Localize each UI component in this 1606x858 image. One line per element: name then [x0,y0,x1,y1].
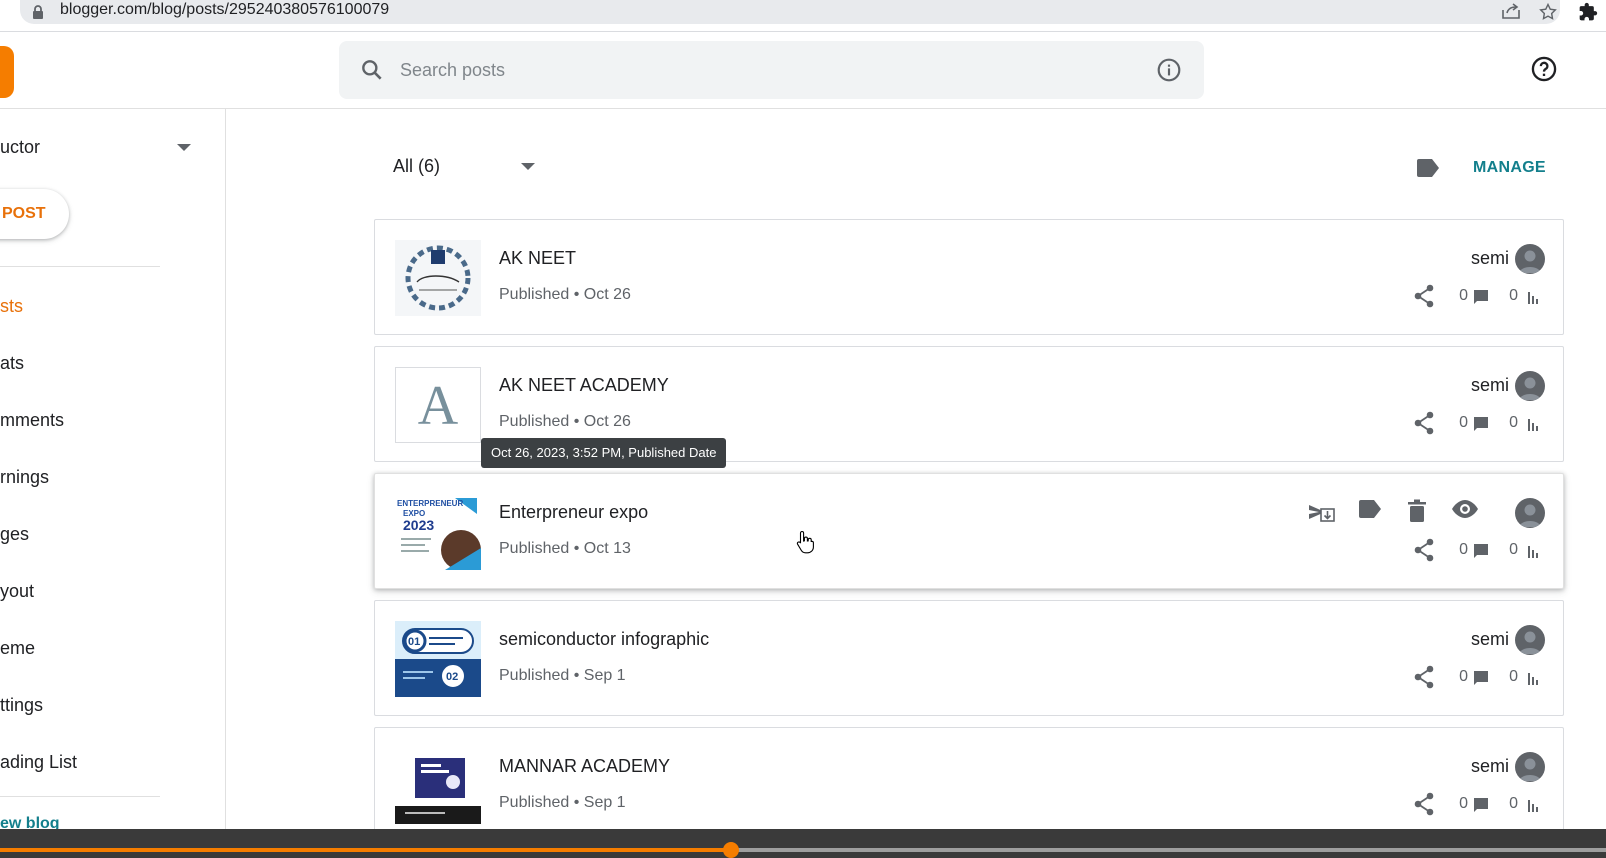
sidebar-item-stats[interactable]: ats [0,353,24,374]
new-post-label[interactable]: POST [2,205,46,223]
post-filter-dropdown[interactable]: All (6) [393,156,440,177]
eye-icon[interactable] [1451,499,1479,519]
post-row[interactable]: AK NEET Published • Oct 26 semi 0 0 [374,219,1564,335]
comment-count: 0 [1459,287,1468,304]
post-thumbnail: ENTERPRENEUR EXPO 2023 [395,494,481,570]
post-title[interactable]: Enterpreneur expo [499,502,648,523]
sidebar-divider [0,796,160,797]
sidebar-divider [0,266,160,267]
post-title[interactable]: AK NEET ACADEMY [499,375,669,396]
share-icon[interactable] [1413,411,1435,435]
post-author: semi [1470,756,1509,776]
avatar [1515,625,1545,655]
thumbnail-text: 02 [446,671,458,683]
avatar [1515,371,1545,401]
video-controls-bar [0,829,1606,858]
post-title[interactable]: semiconductor infographic [499,629,709,650]
post-row[interactable]: ENTERPRENEUR EXPO 2023 Enterpreneur expo… [374,473,1564,589]
bookmark-star-icon[interactable] [1538,2,1558,22]
delete-icon[interactable] [1407,499,1427,523]
thumbnail-text: 2023 [403,517,434,533]
comment-icon [1473,670,1489,686]
post-author: semi [1470,629,1509,649]
comment-icon [1473,416,1489,432]
avatar [1515,244,1545,274]
post-author: semi [1470,248,1509,268]
extensions-icon[interactable] [1578,2,1598,22]
comment-icon [1473,797,1489,813]
comment-count: 0 [1459,414,1468,431]
post-thumbnail [395,240,481,316]
post-row[interactable]: 01 02 semiconductor infographic Publishe… [374,600,1564,716]
chevron-down-icon[interactable] [176,142,192,152]
view-count: 0 [1509,541,1518,558]
bar-chart-icon [1527,672,1541,686]
sidebar-item-settings[interactable]: ttings [0,695,43,716]
sidebar-item-pages[interactable]: ges [0,524,29,545]
thumbnail-text: 01 [408,636,420,648]
post-title[interactable]: AK NEET [499,248,576,269]
search-input[interactable] [400,56,1100,84]
video-progress-fill [0,848,731,852]
comment-icon [1473,289,1489,305]
comment-count: 0 [1459,668,1468,685]
post-thumbnail [395,748,481,824]
avatar [1515,498,1545,528]
post-thumbnail: A [395,367,481,443]
share-icon[interactable] [1413,538,1435,562]
view-count: 0 [1509,287,1518,304]
post-title[interactable]: MANNAR ACADEMY [499,756,670,777]
sidebar-item-comments[interactable]: mments [0,410,64,431]
chevron-down-icon[interactable] [520,161,536,171]
post-status: Published • Sep 1 [499,794,626,811]
sidebar-item-reading-list[interactable]: ading List [0,752,77,773]
share-icon[interactable] [1413,284,1435,308]
post-thumbnail: 01 02 [395,621,481,697]
hand-cursor-icon [796,530,816,554]
sidebar-item-theme[interactable]: eme [0,638,35,659]
post-status: Published • Oct 26 [499,413,631,430]
manage-labels-button[interactable]: MANAGE [1473,159,1546,177]
comment-count: 0 [1459,541,1468,558]
label-icon[interactable] [1415,158,1441,178]
post-status: Published • Sep 1 [499,667,626,684]
post-status: Published • Oct 26 [499,286,631,303]
published-date-tooltip: Oct 26, 2023, 3:52 PM, Published Date [481,438,727,468]
post-author: semi [1470,375,1509,395]
info-icon[interactable] [1156,57,1182,83]
help-icon[interactable] [1530,55,1558,83]
share-icon[interactable] [1413,665,1435,689]
sidebar-item-layout[interactable]: yout [0,581,34,602]
url-text[interactable]: blogger.com/blog/posts/29524038057610007… [60,1,389,19]
sidebar-item-earnings[interactable]: rnings [0,467,49,488]
thumbnail-letter: A [417,375,459,437]
blogger-logo[interactable] [0,46,14,98]
bar-chart-icon [1527,545,1541,559]
sidebar-item-posts[interactable]: sts [0,296,23,317]
share-page-icon[interactable] [1500,2,1522,20]
video-progress-handle[interactable] [722,842,739,858]
thumbnail-text: ENTERPRENEUR [397,499,463,508]
blog-selector[interactable]: uctor [0,137,40,158]
post-status: Published • Oct 13 [499,540,631,557]
search-icon[interactable] [359,57,385,83]
comment-count: 0 [1459,795,1468,812]
lock-icon [32,4,44,20]
view-count: 0 [1509,795,1518,812]
avatar [1515,752,1545,782]
label-icon[interactable] [1357,499,1383,519]
view-count: 0 [1509,668,1518,685]
comment-icon [1473,543,1489,559]
bar-chart-icon [1527,418,1541,432]
post-row[interactable]: MANNAR ACADEMY Published • Sep 1 semi 0 … [374,727,1564,843]
bar-chart-icon [1527,799,1541,813]
view-count: 0 [1509,414,1518,431]
bar-chart-icon [1527,291,1541,305]
revert-to-draft-icon[interactable] [1307,499,1337,523]
share-icon[interactable] [1413,792,1435,816]
